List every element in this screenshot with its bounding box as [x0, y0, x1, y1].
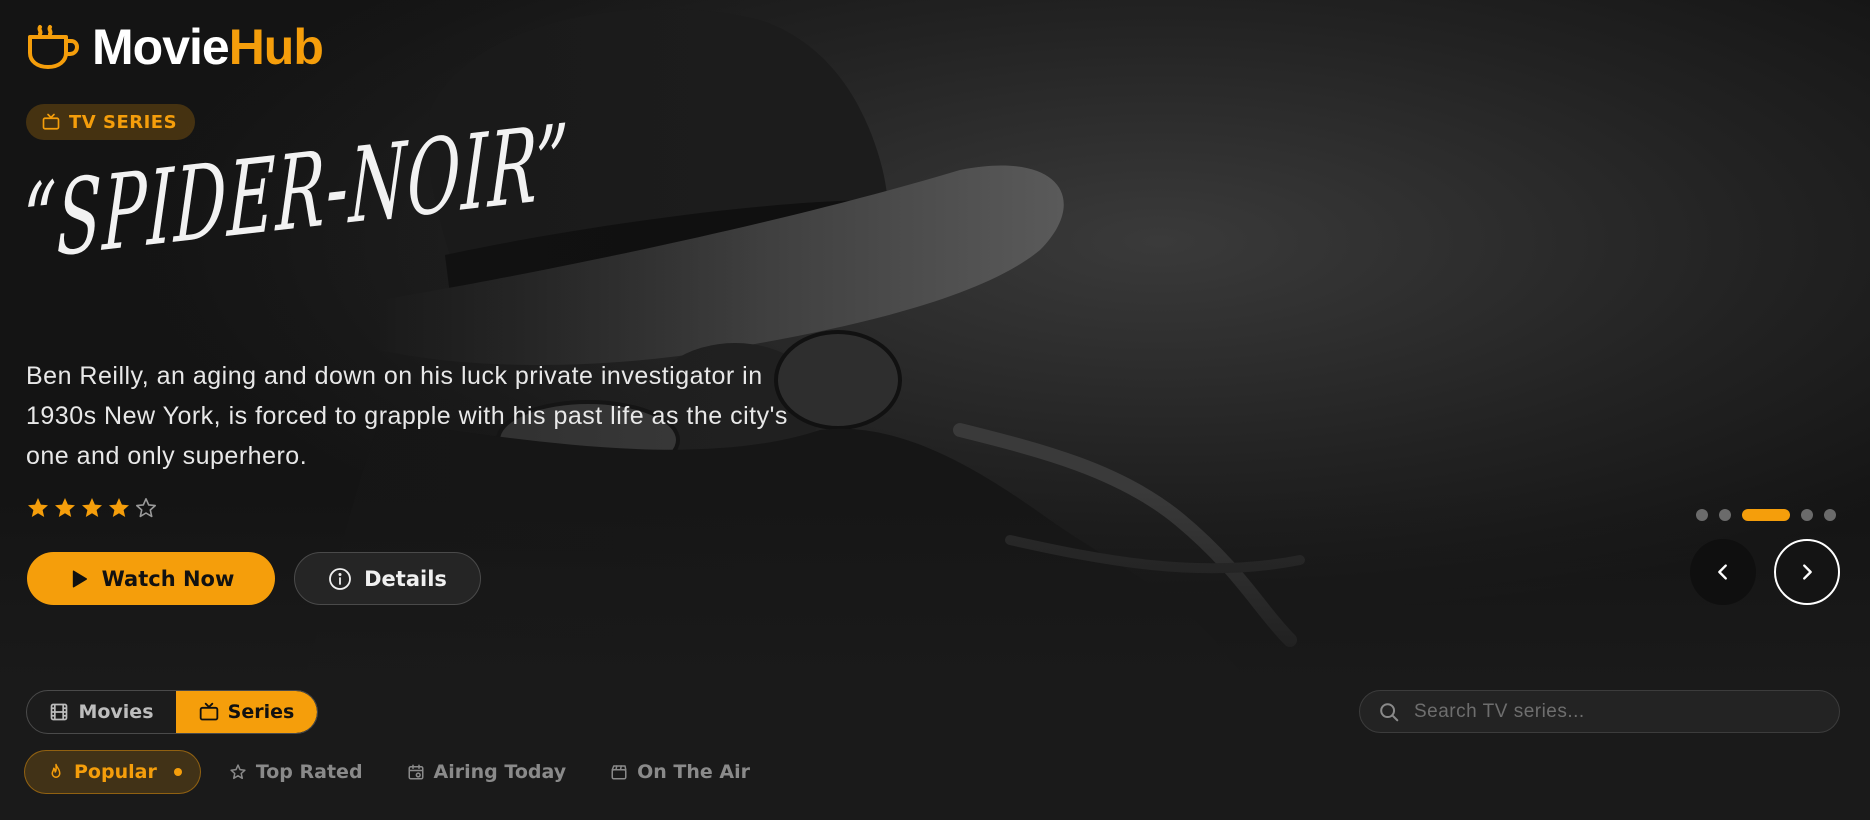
- filter-on-the-air-label: On The Air: [637, 761, 750, 783]
- slide-dot[interactable]: [1824, 509, 1836, 521]
- movies-toggle-button[interactable]: Movies: [27, 691, 176, 733]
- chevron-right-icon: [1803, 564, 1812, 580]
- star-filled-icon: [82, 498, 102, 517]
- brand-name-part2: Hub: [228, 19, 324, 75]
- series-toggle-button[interactable]: Series: [175, 691, 317, 733]
- slider-pagination: [1696, 509, 1836, 521]
- hero-bottom-gradient: [0, 490, 1870, 690]
- brand-logo[interactable]: MovieHub: [26, 19, 324, 75]
- previous-slide-button[interactable]: [1690, 539, 1756, 605]
- filter-top-rated[interactable]: Top Rated: [211, 750, 381, 794]
- watch-now-button[interactable]: Watch Now: [27, 552, 275, 605]
- tv-icon: [199, 702, 218, 721]
- star-filled-icon: [109, 498, 129, 517]
- slide-dot[interactable]: [1719, 509, 1731, 521]
- movies-toggle-label: Movies: [78, 701, 154, 723]
- clapperboard-icon: [611, 765, 627, 780]
- filter-popular[interactable]: Popular: [24, 750, 201, 794]
- category-filters: Popular Top Rated Airing Today On The Ai…: [24, 750, 776, 794]
- slide-dot[interactable]: [1696, 509, 1708, 521]
- filter-airing-today[interactable]: Airing Today: [389, 750, 585, 794]
- filter-airing-today-label: Airing Today: [433, 761, 567, 783]
- badge-label: TV SERIES: [69, 111, 178, 133]
- star-outline-icon: [136, 498, 156, 518]
- chevron-left-icon: [1718, 564, 1727, 580]
- search-input[interactable]: [1414, 700, 1814, 723]
- film-icon: [51, 703, 68, 721]
- coffee-cup-icon: [28, 25, 79, 69]
- star-filled-icon: [28, 498, 48, 517]
- filter-top-rated-label: Top Rated: [255, 761, 363, 783]
- hero-banner: [0, 0, 1870, 690]
- watch-now-label: Watch Now: [101, 566, 235, 591]
- star-outline-icon: [230, 764, 246, 780]
- tv-icon: [42, 113, 60, 130]
- hero-description: Ben Reilly, an aging and down on his luc…: [26, 362, 788, 470]
- flame-icon: [51, 763, 61, 778]
- next-slide-button[interactable]: [1774, 539, 1840, 605]
- content-type-badge: TV SERIES: [26, 104, 196, 140]
- play-icon: [72, 570, 87, 587]
- active-indicator-dot: [173, 768, 182, 776]
- search-icon: [1380, 702, 1399, 721]
- filter-on-the-air[interactable]: On The Air: [592, 750, 768, 794]
- info-icon: [329, 567, 352, 590]
- brand-name-part1: Movie: [92, 19, 230, 75]
- rating-stars: [26, 496, 158, 520]
- details-label: Details: [364, 566, 447, 591]
- media-type-toggle: Movies Series: [26, 690, 318, 734]
- star-filled-icon: [55, 498, 75, 517]
- slide-dot[interactable]: [1801, 509, 1813, 521]
- filter-popular-label: Popular: [74, 761, 157, 783]
- details-button[interactable]: Details: [294, 552, 481, 605]
- brand-name: MovieHub: [92, 19, 324, 75]
- calendar-icon: [408, 764, 424, 780]
- slide-dot-active[interactable]: [1742, 509, 1790, 521]
- search-bar: [1359, 690, 1840, 733]
- series-toggle-label: Series: [227, 701, 295, 723]
